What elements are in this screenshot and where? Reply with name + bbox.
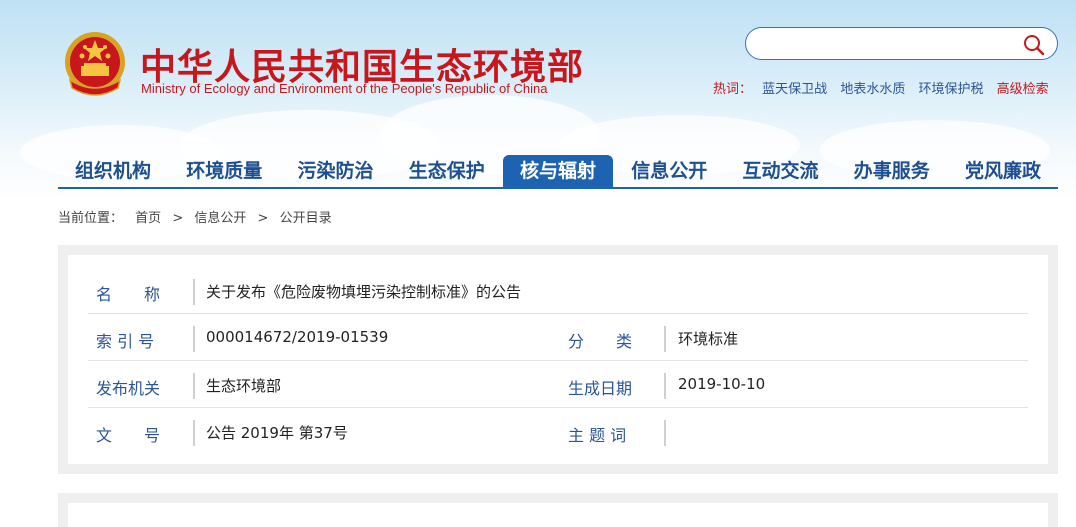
hot-word-link[interactable]: 环境保护税 (918, 82, 983, 97)
search-box[interactable] (745, 27, 1058, 60)
nav-item[interactable]: 办事服务 (837, 155, 947, 187)
divider (193, 326, 195, 352)
subject-label: 主 题 词 (568, 426, 627, 445)
advanced-search-link[interactable]: 高级检索 (997, 82, 1049, 97)
hot-words-label: 热词： (713, 82, 753, 97)
index-label: 索 引 号 (96, 332, 155, 351)
docno-label: 文 号 (96, 426, 161, 445)
divider (193, 373, 195, 399)
divider (193, 420, 195, 446)
hot-word-link[interactable]: 蓝天保卫战 (762, 82, 827, 97)
nav-item[interactable]: 组织机构 (58, 155, 168, 187)
main-nav: 组织机构 环境质量 污染防治 生态保护 核与辐射 信息公开 互动交流 办事服务 … (58, 155, 1058, 189)
breadcrumb-label: 当前位置： (58, 211, 124, 226)
category-label: 分 类 (568, 332, 633, 351)
nav-item[interactable]: 生态保护 (392, 155, 502, 187)
issuer-label: 发布机关 (96, 379, 161, 398)
content-panel (58, 493, 1058, 527)
nav-item[interactable]: 信息公开 (614, 155, 724, 187)
content-panel-inner (68, 503, 1048, 527)
breadcrumb-link[interactable]: 公开目录 (280, 211, 332, 226)
divider (193, 279, 195, 305)
issuer-value: 生态环境部 (206, 377, 282, 395)
date-label: 生成日期 (568, 379, 633, 398)
info-row: 名 称 关于发布《危险废物填埋污染控制标准》的公告 (88, 267, 1028, 314)
info-row: 文 号 公告 2019年 第37号 主 题 词 (88, 408, 1028, 455)
divider (664, 373, 666, 399)
divider (664, 326, 666, 352)
search-input[interactable] (760, 34, 1010, 54)
nav-item[interactable]: 污染防治 (281, 155, 391, 187)
name-label: 名 称 (96, 285, 161, 304)
info-row: 索 引 号 000014672/2019-01539 分 类 环境标准 (88, 314, 1028, 361)
docno-value: 公告 2019年 第37号 (206, 424, 348, 442)
breadcrumb-separator: > (172, 211, 184, 226)
nav-item[interactable]: 互动交流 (726, 155, 836, 187)
info-row: 发布机关 生态环境部 生成日期 2019-10-10 (88, 361, 1028, 408)
nav-item[interactable]: 环境质量 (169, 155, 279, 187)
info-table: 名 称 关于发布《危险废物填埋污染控制标准》的公告 索 引 号 00001467… (68, 255, 1048, 464)
breadcrumb-link[interactable]: 信息公开 (194, 211, 246, 226)
national-emblem-icon[interactable] (62, 30, 128, 102)
breadcrumb-separator: > (257, 211, 269, 226)
category-value: 环境标准 (678, 330, 739, 348)
date-value: 2019-10-10 (678, 375, 766, 393)
search-icon[interactable] (1023, 34, 1045, 56)
site-title-english[interactable]: Ministry of Ecology and Environment of t… (141, 81, 547, 96)
hot-word-link[interactable]: 地表水水质 (840, 82, 905, 97)
nav-item[interactable]: 党风廉政 (948, 155, 1058, 187)
name-value: 关于发布《危险废物填埋污染控制标准》的公告 (206, 283, 522, 301)
info-panel: 名 称 关于发布《危险废物填埋污染控制标准》的公告 索 引 号 00001467… (58, 245, 1058, 474)
index-value: 000014672/2019-01539 (206, 328, 389, 346)
divider (664, 420, 666, 446)
hot-words: 热词： 蓝天保卫战 地表水水质 环境保护税 高级检索 (713, 78, 1049, 97)
breadcrumb: 当前位置： 首页 > 信息公开 > 公开目录 (58, 207, 332, 226)
nav-item-active[interactable]: 核与辐射 (503, 155, 613, 187)
breadcrumb-link[interactable]: 首页 (135, 211, 161, 226)
